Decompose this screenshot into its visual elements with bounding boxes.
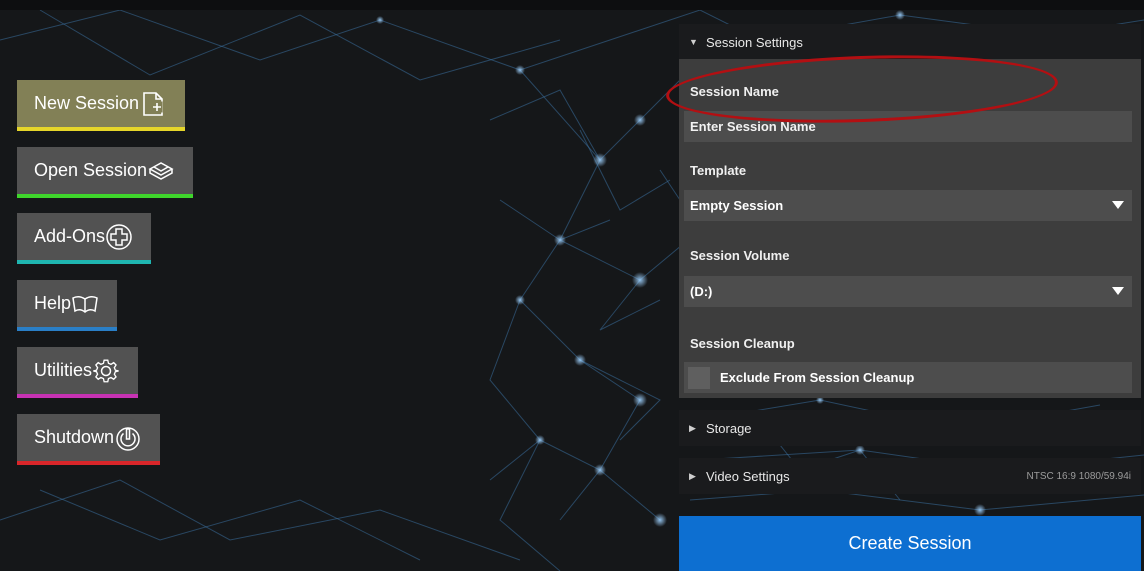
menu-item-utilities[interactable]: Utilities xyxy=(17,347,139,398)
section-title: Session Settings xyxy=(706,34,803,50)
menu-item-label: Open Session xyxy=(34,160,148,180)
section-title: Video Settings xyxy=(706,468,790,484)
session-name-input[interactable] xyxy=(690,119,1132,134)
dropdown-arrow-icon xyxy=(1112,287,1124,295)
session-name-field-box xyxy=(684,111,1132,142)
menu-item-color-bar xyxy=(17,260,152,264)
add-ons-icon xyxy=(105,223,133,251)
exclude-cleanup-label: Exclude From Session Cleanup xyxy=(720,370,915,385)
session-volume-dropdown[interactable]: (D:) xyxy=(684,276,1132,307)
menu-item-color-bar xyxy=(17,461,161,465)
video-settings-header[interactable]: ▶ Video Settings NTSC 16:9 1080/59.94i xyxy=(679,458,1141,494)
menu-item-color-bar xyxy=(17,394,139,398)
menu-item-open-session[interactable]: Open Session xyxy=(17,147,194,198)
section-title: Storage xyxy=(706,420,752,436)
caret-right-icon: ▶ xyxy=(689,470,696,481)
menu-item-label: Shutdown xyxy=(34,427,115,447)
top-strip xyxy=(0,0,1144,10)
template-selected-value: Empty Session xyxy=(690,198,784,213)
dropdown-arrow-icon xyxy=(1112,201,1124,209)
menu-item-label: New Session xyxy=(34,93,140,113)
gear-icon xyxy=(92,357,120,385)
menu-item-label: Add-Ons xyxy=(34,226,106,246)
session-cleanup-label: Session Cleanup xyxy=(690,336,795,351)
session-settings-header[interactable]: ▼ Session Settings xyxy=(679,24,1141,60)
menu-item-shutdown[interactable]: Shutdown xyxy=(17,414,161,465)
menu-item-new-session[interactable]: New Session xyxy=(17,80,186,131)
open-session-icon xyxy=(147,157,175,185)
template-dropdown[interactable]: Empty Session xyxy=(684,190,1132,221)
menu-item-color-bar xyxy=(17,327,118,331)
menu-item-add-ons[interactable]: Add-Ons xyxy=(17,213,152,264)
volume-selected-value: (D:) xyxy=(690,284,713,299)
new-session-icon xyxy=(139,90,167,118)
exclude-cleanup-checkbox[interactable] xyxy=(688,366,710,389)
exclude-cleanup-row[interactable]: Exclude From Session Cleanup xyxy=(684,362,1132,393)
caret-right-icon: ▶ xyxy=(689,422,696,433)
session-volume-label: Session Volume xyxy=(690,248,790,263)
storage-header[interactable]: ▶ Storage xyxy=(679,410,1141,446)
video-format-summary: NTSC 16:9 1080/59.94i xyxy=(1026,470,1131,482)
menu-item-help[interactable]: Help xyxy=(17,280,118,331)
power-icon xyxy=(114,424,142,452)
menu-item-color-bar xyxy=(17,194,194,198)
template-label: Template xyxy=(690,163,747,178)
caret-down-icon: ▼ xyxy=(689,37,698,47)
menu-item-color-bar xyxy=(17,127,186,131)
help-book-icon xyxy=(71,290,99,318)
menu-item-label: Help xyxy=(34,293,72,313)
create-session-button[interactable]: Create Session xyxy=(679,516,1141,571)
menu-item-label: Utilities xyxy=(34,360,93,380)
session-name-label: Session Name xyxy=(690,84,779,99)
